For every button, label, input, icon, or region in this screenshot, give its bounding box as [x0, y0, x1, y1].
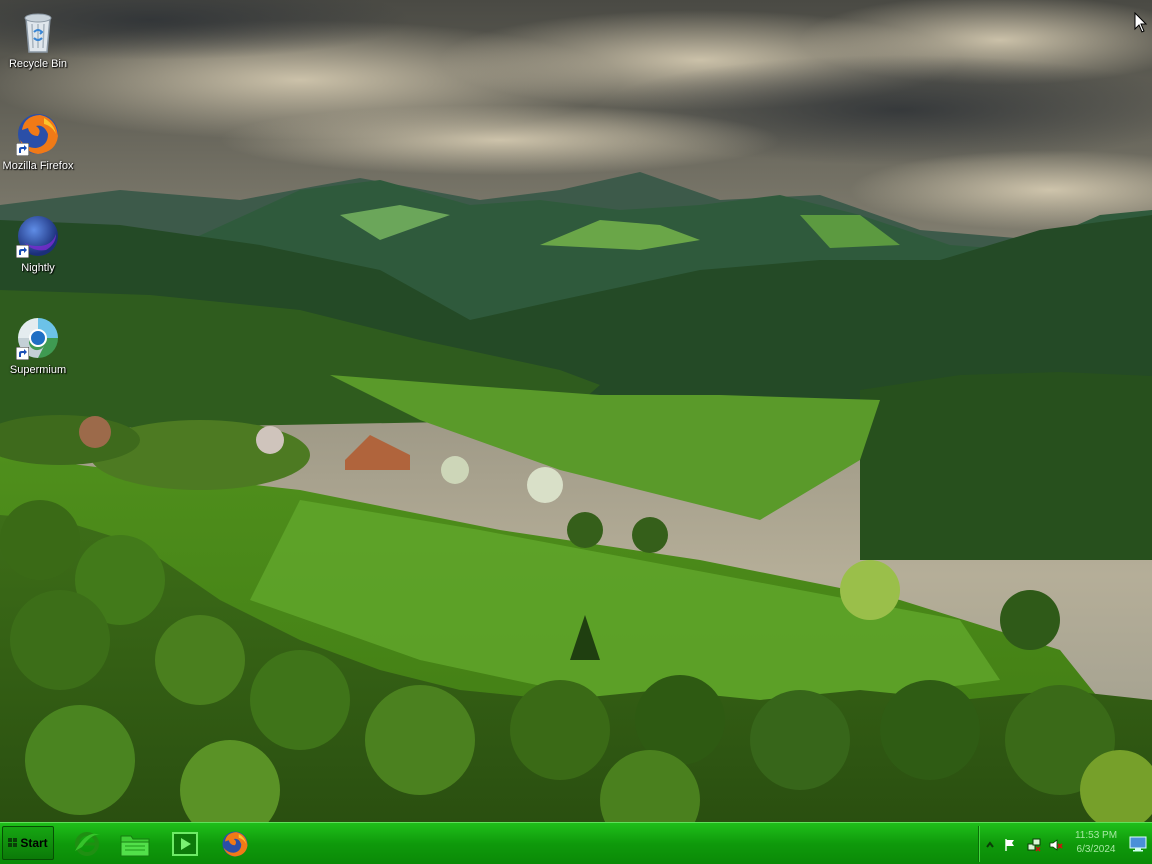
show-desktop-icon[interactable]: [1129, 836, 1147, 852]
quick-launch-media-player[interactable]: [168, 828, 202, 860]
quick-launch-internet-explorer[interactable]: [70, 828, 104, 860]
internet-explorer-icon: [75, 832, 100, 856]
clock-date: 6/3/2024: [1076, 844, 1116, 855]
show-hidden-icons-icon[interactable]: [983, 838, 997, 852]
desktop-icon-mozilla-firefox[interactable]: Mozilla Firefox: [0, 104, 76, 200]
windows-logo-icon: [8, 838, 18, 847]
quick-launch-firefox[interactable]: [218, 828, 252, 860]
file-explorer-icon: [120, 835, 150, 857]
volume-muted-icon[interactable]: [1049, 838, 1063, 852]
shortcut-arrow-icon: [16, 143, 29, 156]
quick-launch-file-explorer[interactable]: [118, 828, 152, 860]
desktop-icon-recycle-bin[interactable]: Recycle Bin: [0, 2, 76, 98]
desktop-icon-label: Supermium: [9, 364, 67, 376]
desktop-icon-label: Nightly: [21, 262, 55, 274]
shortcut-arrow-icon: [16, 347, 29, 360]
action-center-flag-icon[interactable]: [1003, 838, 1017, 852]
desktop-icon-nightly[interactable]: Nightly: [0, 206, 76, 302]
start-label: Start: [20, 836, 48, 850]
media-player-icon: [172, 832, 198, 856]
firefox-icon: [222, 831, 248, 857]
taskbar: Start 11:53 PM 6/3/2024: [0, 822, 1152, 864]
desktop-screen: Recycle Bin Mozilla Firefox Nightly Supe…: [0, 0, 1152, 864]
shortcut-arrow-icon: [16, 245, 29, 258]
desktop-icon-label: Mozilla Firefox: [2, 160, 74, 172]
firefox-icon: [14, 110, 62, 158]
clock-time: 11:53 PM: [1074, 830, 1118, 841]
recycle-bin-icon: [14, 8, 62, 56]
network-icon[interactable]: [1027, 838, 1041, 852]
clock[interactable]: 11:53 PM 6/3/2024: [1071, 829, 1121, 857]
start-button[interactable]: Start: [2, 826, 54, 860]
desktop-icon-supermium[interactable]: Supermium: [0, 308, 76, 404]
desktop-wallpaper: [0, 0, 1152, 822]
mouse-cursor-icon: [1134, 12, 1148, 33]
desktop-icon-label: Recycle Bin: [8, 58, 68, 70]
system-tray: 11:53 PM 6/3/2024: [978, 826, 1150, 862]
supermium-icon: [14, 314, 62, 362]
nightly-icon: [14, 212, 62, 260]
